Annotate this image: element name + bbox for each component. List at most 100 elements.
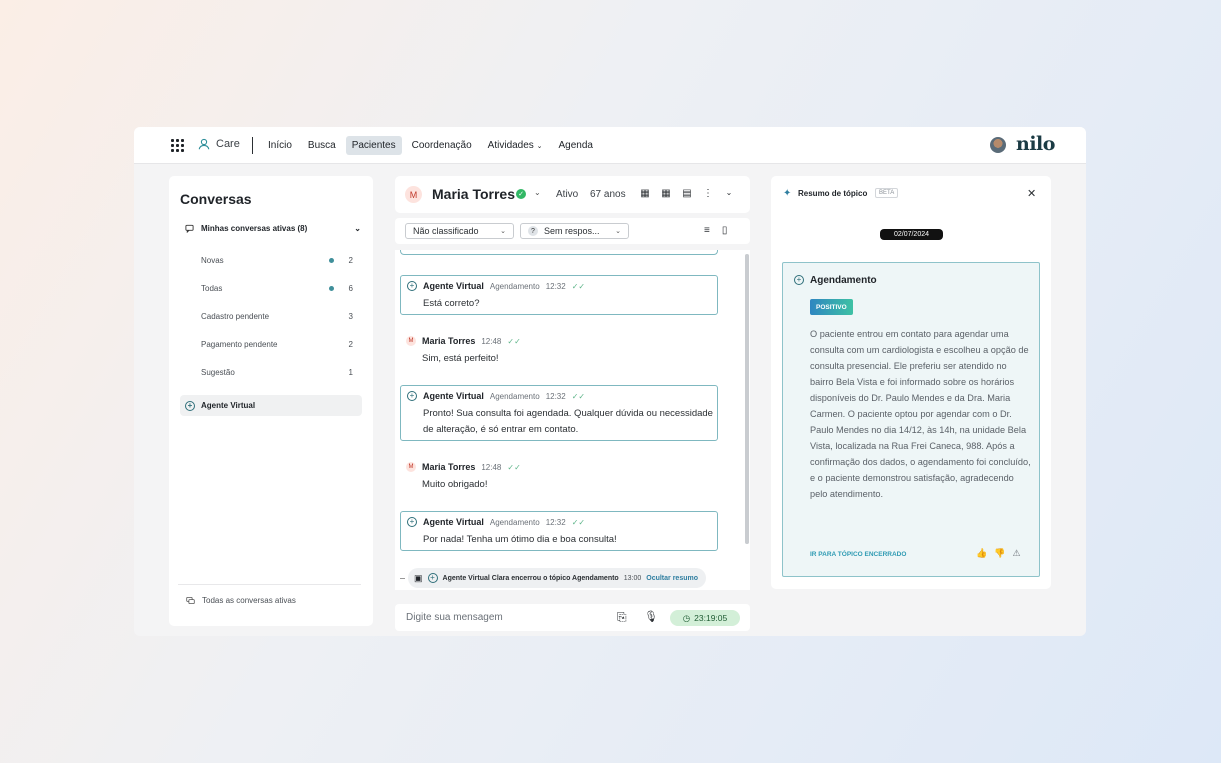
sidebar-item-pagamento-pendente[interactable]: Pagamento pendente 2 (201, 330, 353, 358)
classification-select[interactable]: Não classificado ⌄ (405, 223, 514, 239)
sidebar-item-todas[interactable]: Todas 6 (201, 274, 353, 302)
chevron-down-icon: ⌄ (354, 224, 361, 233)
message-author: Maria Torres (422, 462, 476, 472)
session-timer: ◷ 23:19:05 (670, 610, 740, 626)
read-check-icon: ✓✓ (571, 391, 586, 401)
nav-atividades[interactable]: Atividades ⌄ (482, 136, 549, 155)
person-icon (198, 138, 210, 150)
close-icon[interactable]: ✕ (1027, 187, 1036, 200)
nav-busca[interactable]: Busca (302, 136, 342, 155)
warning-icon[interactable]: ⚠ (1012, 548, 1020, 559)
all-active-conversations-link[interactable]: Todas as conversas ativas (178, 584, 361, 605)
previous-message (400, 250, 718, 255)
sidebar-item-agente-virtual[interactable]: + Agente Virtual (180, 395, 362, 416)
message-text: Está correto? (423, 298, 480, 309)
message-time: 12:32 (545, 517, 566, 527)
conversations-sidebar: Conversas Minhas conversas ativas (8) ⌄ … (169, 176, 373, 626)
microphone-icon[interactable]: 🎙 (644, 610, 658, 623)
archive-icon: ▣ (414, 572, 423, 583)
nav-inicio[interactable]: Início (262, 136, 298, 155)
message-input[interactable]: Digite sua mensagem (406, 612, 503, 623)
message-author: Maria Torres (422, 336, 476, 346)
agent-plus-icon: + (794, 275, 804, 285)
sidebar-item-label: Agente Virtual (201, 401, 256, 410)
sidebar-item-novas[interactable]: Novas 2 (201, 246, 353, 274)
chat-thread[interactable]: + Agente Virtual Agendamento 12:32 ✓✓ Es… (395, 250, 750, 590)
topic-summary-panel: ✦ Resumo de tópico BETA ✕ 02/07/2024 + A… (771, 176, 1051, 589)
unread-dot (329, 285, 334, 291)
nav-pacientes[interactable]: Pacientes (345, 136, 402, 155)
sidebar-item-count: 3 (348, 311, 353, 321)
chevron-down-icon: ⌄ (615, 228, 621, 235)
chat-message: M Maria Torres 12:48 ✓✓ Muito obrigado! (400, 457, 718, 493)
paperclip-icon[interactable]: ⎘ (617, 610, 627, 625)
chevron-down-icon[interactable]: ⌄ (723, 188, 735, 199)
timer-value: 23:19:05 (694, 613, 728, 623)
thumbs-down-icon[interactable]: 👎 (994, 548, 1005, 559)
conversation-filter-bar: Não classificado ⌄ ? Sem respos... ⌄ ≡ ▯ (395, 218, 750, 244)
summary-card: + Agendamento POSITIVO O paciente entrou… (782, 262, 1040, 577)
app-name: Care (216, 138, 240, 150)
clipboard-icon[interactable]: ▤ (681, 188, 693, 199)
message-composer: Digite sua mensagem ⎘ 🎙 ◷ 23:19:05 (395, 604, 750, 631)
patient-avatar: M (405, 186, 422, 203)
hide-summary-link[interactable]: Ocultar resumo (646, 575, 698, 582)
chat-message: + Agente Virtual Agendamento 12:32 ✓✓ Pr… (400, 385, 718, 441)
group-label: Minhas conversas ativas (8) (201, 224, 308, 233)
nav-coordenacao[interactable]: Coordenação (406, 136, 478, 155)
verified-check-icon: ✓ (516, 189, 526, 199)
calendar-add-icon[interactable]: ▦ (660, 188, 672, 199)
message-text: Sim, está perfeito! (422, 353, 499, 364)
closed-note-time: 13:00 (623, 574, 642, 582)
closed-note-text: Agente Virtual Clara encerrou o tópico A… (442, 574, 619, 582)
sidebar-item-label: Cadastro pendente (201, 311, 270, 321)
filter-actions: ≡ ▯ (704, 225, 727, 236)
divider (400, 578, 405, 579)
document-icon[interactable]: ▯ (722, 225, 728, 236)
message-author: Agente Virtual (423, 391, 484, 401)
sidebar-item-count: 2 (348, 255, 353, 265)
app-window: Care Início Busca Pacientes Coordenação … (134, 127, 1086, 636)
scrollbar-thumb[interactable] (745, 254, 749, 544)
active-conversations-group[interactable]: Minhas conversas ativas (8) ⌄ (185, 224, 361, 233)
summary-text: O paciente entrou em contato para agenda… (810, 329, 1031, 499)
message-text: Por nada! Tenha um ótimo dia e boa consu… (423, 534, 617, 545)
filter-icon[interactable]: ≡ (704, 225, 710, 236)
message-author: Agente Virtual (423, 281, 484, 291)
agent-plus-icon: + (427, 573, 438, 583)
thumbs-up-icon[interactable]: 👍 (976, 548, 987, 559)
nav-agenda[interactable]: Agenda (552, 136, 598, 155)
read-check-icon: ✓✓ (571, 281, 586, 291)
chevron-down-icon[interactable]: ⌄ (534, 188, 541, 197)
top-bar: Care Início Busca Pacientes Coordenação … (134, 127, 1086, 164)
nav-atividades-label: Atividades (487, 140, 534, 151)
app-switcher[interactable]: Care (198, 138, 240, 150)
more-vertical-icon[interactable]: ⋮ (702, 188, 714, 199)
stopwatch-icon: ◷ (682, 612, 691, 623)
topic-title: Agendamento (810, 275, 877, 286)
sparkle-icon: ✦ (783, 188, 792, 199)
user-avatar[interactable] (990, 137, 1006, 153)
sidebar-title: Conversas (180, 191, 252, 207)
message-author: Agente Virtual (423, 517, 484, 527)
go-to-closed-topic-link[interactable]: IR PARA TÓPICO ENCERRADO (810, 551, 906, 558)
agent-plus-icon: + (407, 391, 417, 401)
chat-message: + Agente Virtual Agendamento 12:32 ✓✓ Po… (400, 511, 718, 551)
sidebar-item-sugestao[interactable]: Sugestão 1 (201, 358, 353, 386)
chats-icon (186, 596, 195, 605)
read-check-icon: ✓✓ (571, 517, 586, 527)
response-select[interactable]: ? Sem respos... ⌄ (520, 223, 629, 239)
chat-message: M Maria Torres 12:48 ✓✓ Sim, está perfei… (400, 331, 718, 367)
sidebar-item-cadastro-pendente[interactable]: Cadastro pendente 3 (201, 302, 353, 330)
patient-actions: ▦ ▦ ▤ ⋮ ⌄ (639, 188, 735, 199)
sidebar-item-label: Sugestão (201, 367, 235, 377)
feedback-actions: 👍 👎 ⚠ (976, 548, 1021, 559)
calendar-icon[interactable]: ▦ (639, 188, 651, 199)
message-time: 12:48 (481, 462, 502, 472)
chat-message: + Agente Virtual Agendamento 12:32 ✓✓ Es… (400, 275, 718, 315)
panel-title: Resumo de tópico (798, 189, 868, 198)
apps-grid-icon[interactable] (171, 139, 184, 152)
response-value: Sem respos... (544, 226, 600, 236)
chevron-down-icon: ⌄ (536, 143, 543, 150)
message-time: 12:48 (481, 336, 502, 346)
